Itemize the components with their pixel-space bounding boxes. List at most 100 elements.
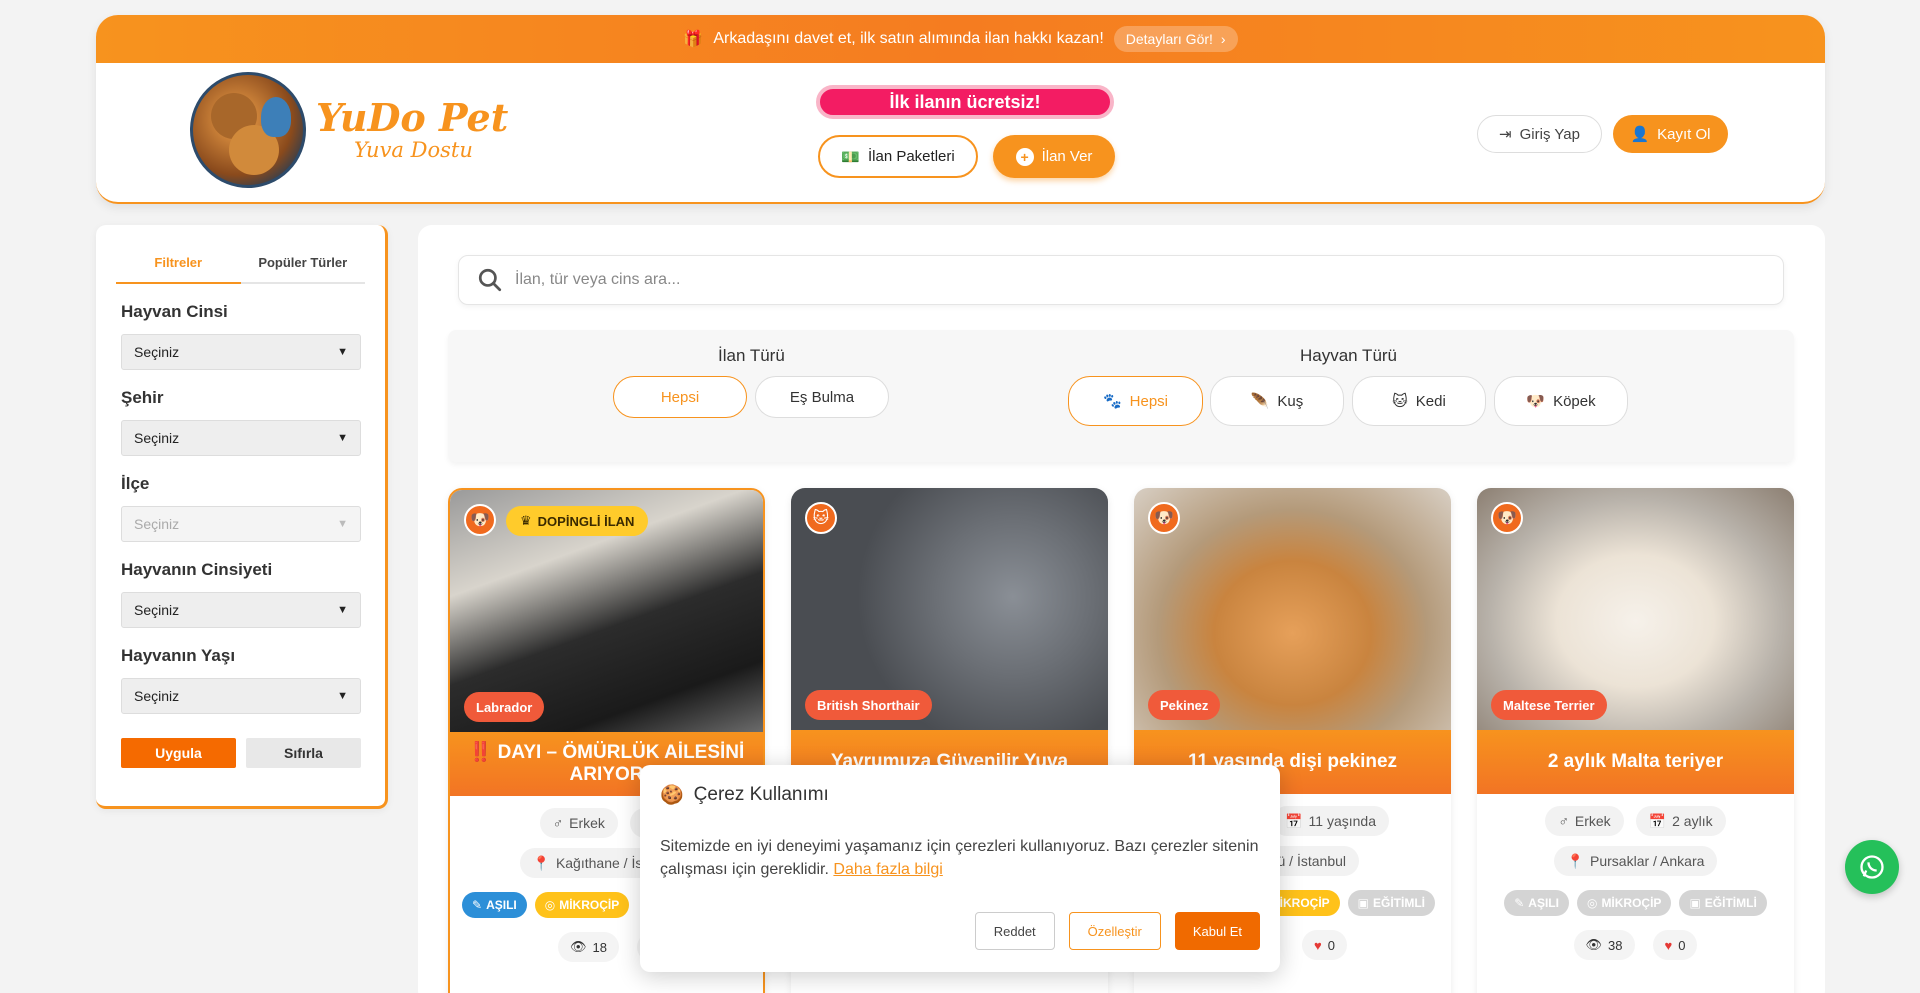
age-value: 11 yaşında: [1308, 813, 1376, 829]
cookie-accept-button[interactable]: Kabul Et: [1174, 912, 1260, 950]
calendar-icon: 📅: [1648, 812, 1667, 829]
chevron-down-icon: ▼: [337, 346, 348, 358]
location-value: Pursaklar / Ankara: [1590, 853, 1705, 869]
likes-count[interactable]: ♥0: [1302, 930, 1347, 960]
heart-icon: ♥: [1314, 937, 1322, 953]
ad-type-all-label: Hepsi: [660, 388, 700, 406]
login-button[interactable]: ⇥ Giriş Yap: [1477, 115, 1602, 153]
filter-label-age: Hayvanın Yaşı: [121, 646, 236, 665]
listing-photo: 🐶 Pekinez: [1134, 488, 1451, 730]
views-count: 👁 38: [1573, 930, 1635, 960]
male-icon: ♂: [552, 815, 564, 831]
cookie-dialog: 🍪 Çerez Kullanımı Sitemizde en iyi deney…: [640, 765, 1280, 972]
search-input[interactable]: İlan, tür veya cins ara...: [458, 255, 1784, 305]
animal-type-dog-label: Köpek: [1553, 392, 1596, 410]
ad-type-all[interactable]: Hepsi: [613, 376, 747, 418]
dog-icon: 🐶: [1148, 502, 1180, 534]
male-icon: ♂: [1558, 813, 1569, 829]
cookie-message: Sitemizde en iyi deneyimi yaşamanız için…: [660, 835, 1260, 881]
map-pin-icon: 📍: [1566, 852, 1585, 869]
likes-count[interactable]: ♥0: [1652, 930, 1698, 960]
ad-type-mate[interactable]: Eş Bulma: [755, 376, 889, 418]
login-label: Giriş Yap: [1519, 125, 1580, 143]
district-select-value: Seçiniz: [134, 516, 180, 532]
post-ad-label: İlan Ver: [1041, 148, 1093, 165]
breed-badge: Labrador: [464, 692, 545, 722]
animal-type-bird[interactable]: 🪶 Kuş: [1210, 376, 1344, 426]
gender-select[interactable]: Seçiniz ▼: [121, 592, 361, 628]
user-plus-icon: 👤: [1630, 126, 1650, 143]
search-placeholder: İlan, tür veya cins ara...: [515, 271, 681, 288]
logo[interactable]: YuDo Pet Yuva Dostu: [190, 72, 508, 188]
cookie-more-info-link[interactable]: Daha fazla bilgi: [833, 861, 942, 878]
district-select[interactable]: Seçiniz ▼: [121, 506, 361, 542]
sidebar-tabs: Filtreler Popüler Türler: [116, 241, 365, 284]
feather-icon: 🪶: [1250, 393, 1270, 410]
whatsapp-button[interactable]: [1845, 840, 1899, 894]
filter-label-gender: Hayvanın Cinsiyeti: [121, 560, 273, 579]
ad-type-mate-label: Eş Bulma: [789, 388, 855, 406]
trained-label: EĞİTİMLİ: [1704, 896, 1757, 910]
age-chip: 📅 11 yaşında: [1272, 806, 1389, 836]
listing-packages-button[interactable]: 💵 İlan Paketleri: [818, 135, 978, 178]
animal-type-cat-label: Kedi: [1415, 392, 1446, 410]
age-select[interactable]: Seçiniz ▼: [121, 678, 361, 714]
tab-filters[interactable]: Filtreler: [116, 241, 241, 284]
brand-title: YuDo Pet: [316, 95, 509, 140]
microchip-icon: ◎: [1586, 896, 1598, 910]
breed-select[interactable]: Seçiniz ▼: [121, 334, 361, 370]
chevron-down-icon: ▼: [337, 518, 348, 530]
city-select[interactable]: Seçiniz ▼: [121, 420, 361, 456]
vaccinated-label: AŞILI: [1528, 896, 1559, 910]
chevron-down-icon: ▼: [337, 690, 348, 702]
vaccinated-tag: ✎ AŞILI: [462, 892, 527, 918]
signup-button[interactable]: 👤 Kayıt Ol: [1613, 115, 1728, 153]
age-value: 2 aylık: [1672, 813, 1713, 829]
site-header: 🎁 Arkadaşını davet et, ilk satın alımınd…: [96, 15, 1825, 204]
filter-label-district: İlçe: [121, 474, 150, 493]
city-select-value: Seçiniz: [134, 430, 180, 446]
listing-photo: 🐶 ♛ DOPİNGLİ İLAN Labrador: [450, 490, 763, 732]
chevron-down-icon: ▼: [337, 432, 348, 444]
chevron-down-icon: ▼: [337, 604, 348, 616]
apply-button[interactable]: Uygula: [121, 738, 236, 768]
breed-badge: British Shorthair: [805, 690, 932, 720]
search-icon: [478, 268, 502, 292]
gender-value: Erkek: [569, 815, 605, 831]
map-pin-icon: 📍: [532, 854, 550, 871]
microchip-label: MİKROÇİP: [559, 898, 620, 912]
listing-card[interactable]: 🐶 Maltese Terrier 2 aylık Malta teriyer …: [1477, 488, 1794, 993]
breed-badge: Maltese Terrier: [1491, 690, 1607, 720]
filter-sidebar: Filtreler Popüler Türler Hayvan Cinsi Se…: [96, 225, 388, 809]
animal-type-dog[interactable]: 🐶 Köpek: [1494, 376, 1628, 426]
free-listing-badge[interactable]: İlk ilanın ücretsiz!: [816, 85, 1114, 119]
post-ad-button[interactable]: + İlan Ver: [993, 135, 1115, 178]
breed-select-value: Seçiniz: [134, 344, 180, 360]
animal-type-all[interactable]: 🐾 Hepsi: [1068, 376, 1203, 426]
crown-icon: ♛: [520, 513, 532, 528]
filter-label-breed: Hayvan Cinsi: [121, 302, 228, 321]
views-value: 38: [1608, 937, 1623, 953]
cat-icon: 🐱: [805, 502, 837, 534]
cookie-reject-button[interactable]: Reddet: [974, 912, 1055, 950]
microchip-label: MİKROÇİP: [1601, 896, 1662, 910]
heart-icon: ♥: [1664, 937, 1673, 953]
reset-button[interactable]: Sıfırla: [246, 738, 361, 768]
cat-icon: 🐱: [1392, 393, 1408, 410]
brand-subtitle: Yuva Dostu: [354, 138, 473, 162]
likes-value: 0: [1678, 937, 1686, 953]
promo-details-button[interactable]: Detayları Gör! ›: [1113, 26, 1238, 52]
syringe-icon: ✎: [1514, 896, 1525, 910]
syringe-icon: ✎: [472, 898, 483, 912]
chevron-right-icon: ›: [1220, 31, 1226, 47]
plus-circle-icon: +: [1015, 147, 1034, 166]
paw-icon: 🐾: [1102, 393, 1122, 410]
animal-type-cat[interactable]: 🐱 Kedi: [1352, 376, 1486, 426]
animal-type-bird-label: Kuş: [1277, 392, 1304, 410]
animal-type-title: Hayvan Türü: [1300, 346, 1398, 365]
trained-tag: ▣ EĞİTİMLİ: [1347, 890, 1435, 916]
cookie-customize-button[interactable]: Özelleştir: [1068, 912, 1161, 950]
trained-tag: ▣ EĞİTİMLİ: [1679, 890, 1767, 916]
listing-packages-label: İlan Paketleri: [867, 148, 955, 165]
tab-popular-types[interactable]: Popüler Türler: [241, 241, 366, 282]
